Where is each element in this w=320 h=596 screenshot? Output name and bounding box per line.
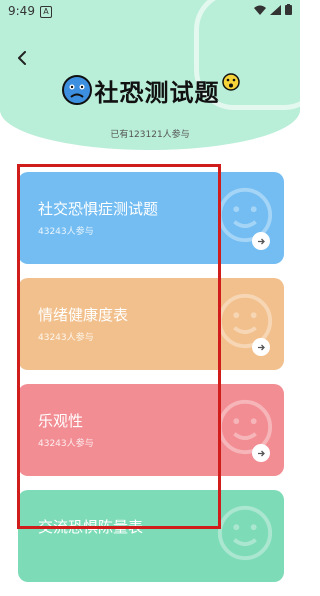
test-card[interactable]: 乐观性 43243人参与 bbox=[18, 384, 284, 476]
test-name: 情绪健康度表 bbox=[38, 306, 129, 324]
test-card[interactable]: 情绪健康度表 43243人参与 bbox=[18, 278, 284, 370]
test-participants: 43243人参与 bbox=[38, 439, 94, 449]
arrow-right-icon bbox=[257, 450, 265, 456]
test-name: 交流恐惧陈量表 bbox=[38, 518, 144, 536]
test-card[interactable]: 社交恐惧症测试题 43243人参与 bbox=[18, 172, 284, 264]
go-button[interactable] bbox=[252, 338, 270, 356]
arrow-right-icon bbox=[257, 344, 265, 350]
participant-count: 已有123121人参与 bbox=[110, 130, 190, 140]
page-title: 社恐测试题 bbox=[94, 78, 220, 107]
test-participants: 43243人参与 bbox=[38, 227, 94, 237]
wifi-icon bbox=[254, 5, 266, 15]
test-name: 社交恐惧症测试题 bbox=[38, 200, 159, 218]
test-list: 社交恐惧症测试题 43243人参与 情绪健康度表 43243人参与 乐观性 43 bbox=[18, 172, 284, 596]
test-name: 乐观性 bbox=[38, 412, 84, 430]
go-button[interactable] bbox=[252, 232, 270, 250]
smile-watermark-icon bbox=[217, 505, 273, 561]
back-button[interactable] bbox=[12, 48, 32, 68]
test-card[interactable]: 交流恐惧陈量表 bbox=[18, 490, 284, 582]
anxious-face-icon bbox=[221, 73, 240, 91]
go-button[interactable] bbox=[252, 444, 270, 462]
notification-icon: A bbox=[40, 6, 52, 18]
battery-icon bbox=[285, 4, 292, 15]
signal-icon bbox=[270, 4, 281, 15]
title-row: 社恐测试题 bbox=[0, 70, 300, 110]
status-time: 9:49 bbox=[8, 4, 35, 18]
worried-face-icon bbox=[61, 75, 92, 105]
status-bar: 9:49 A bbox=[0, 0, 300, 22]
test-participants: 43243人参与 bbox=[38, 333, 94, 343]
arrow-right-icon bbox=[257, 238, 265, 244]
chevron-left-icon bbox=[18, 51, 26, 65]
